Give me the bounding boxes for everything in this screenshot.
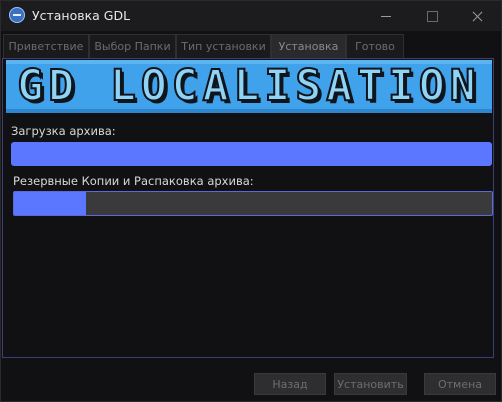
wizard-tabs: Приветствие Выбор Папки Тип установки Ус…	[1, 34, 501, 58]
banner: GD LOCALISATION	[6, 60, 492, 113]
backup-unpack-label: Резервные Копии и Распаковка архива:	[13, 174, 254, 188]
banner-title: GD LOCALISATION	[16, 60, 481, 112]
window-title: Установка GDL	[32, 8, 131, 23]
tab-install[interactable]: Установка	[271, 34, 346, 58]
backup-unpack-progress-fill	[14, 192, 86, 215]
backup-unpack-progress-bar	[13, 191, 493, 216]
tab-select-folder[interactable]: Выбор Папки	[89, 34, 176, 58]
archive-download-progress-bar	[11, 142, 492, 166]
install-panel: GD LOCALISATION Загрузка архива: Резервн…	[2, 58, 494, 358]
cancel-button[interactable]: Отмена	[424, 373, 496, 395]
install-button[interactable]: Установить	[334, 373, 407, 395]
tab-welcome[interactable]: Приветствие	[3, 34, 89, 58]
app-icon	[9, 7, 25, 23]
tab-install-type[interactable]: Тип установки	[176, 34, 271, 58]
close-icon[interactable]	[455, 1, 501, 31]
title-bar[interactable]: Установка GDL	[1, 1, 501, 31]
tab-done[interactable]: Готово	[346, 34, 404, 58]
installer-window: Установка GDL Приветствие Выбор Папки Ти…	[0, 0, 502, 402]
back-button[interactable]: Назад	[254, 373, 326, 395]
minimize-icon[interactable]	[363, 1, 409, 31]
archive-download-label: Загрузка архива:	[11, 124, 116, 138]
maximize-icon[interactable]	[409, 1, 455, 31]
